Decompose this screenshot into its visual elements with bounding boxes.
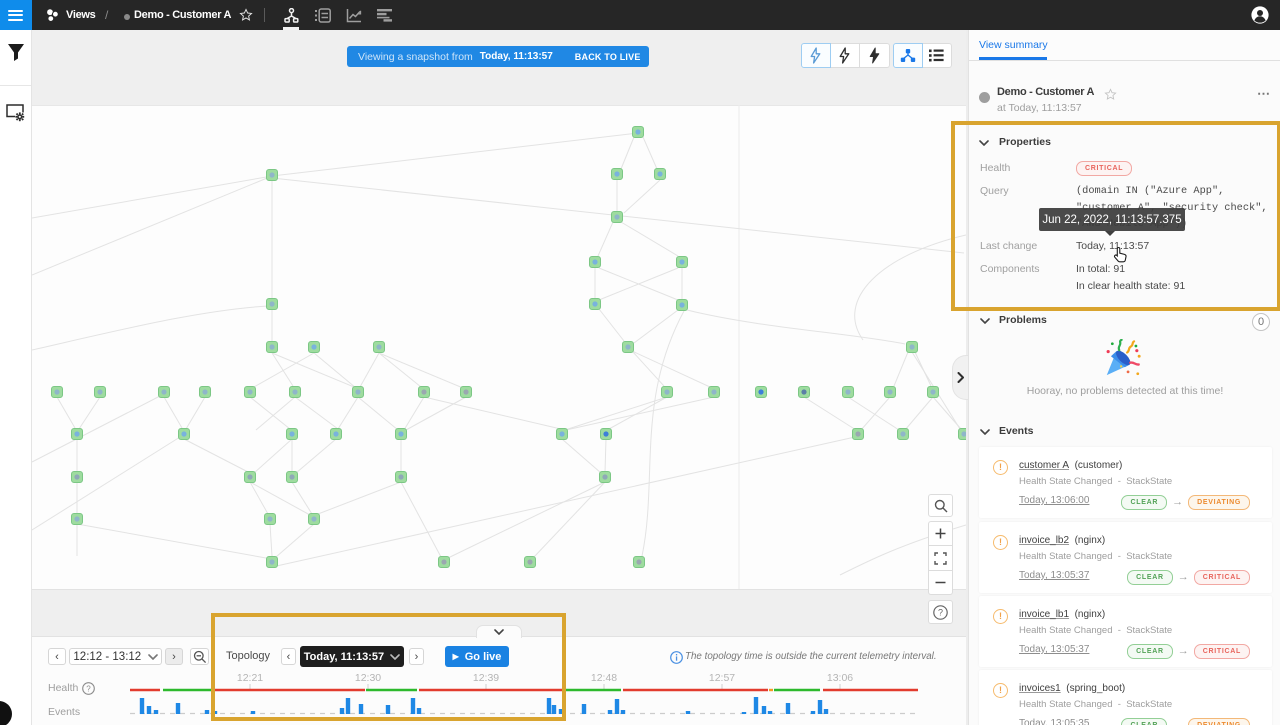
svg-text:?: ? [938,607,943,617]
